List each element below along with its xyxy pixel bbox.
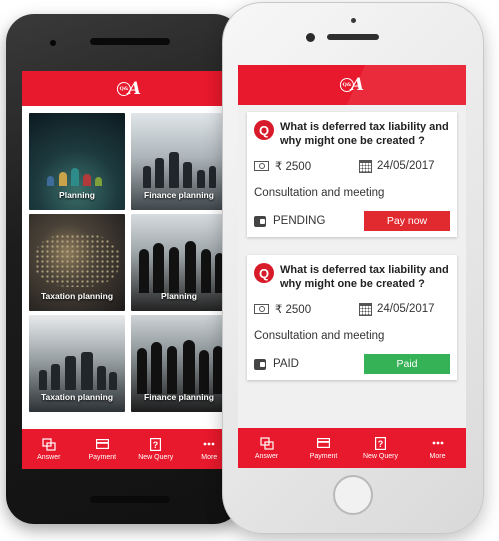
amount: ₹ 2500 — [254, 302, 359, 316]
question-text: What is deferred tax liability and why m… — [280, 264, 449, 290]
payment-status: PENDING — [254, 215, 325, 227]
status-text: PAID — [273, 358, 299, 370]
bottom-speaker — [90, 496, 170, 503]
bottom-nav: Answer Payment ? New Query More — [22, 429, 236, 469]
nav-answer[interactable]: Answer — [22, 429, 76, 469]
tile-finance-planning[interactable]: Finance planning — [131, 113, 227, 210]
status-text: PENDING — [273, 215, 326, 227]
tile-label: Planning — [59, 190, 95, 200]
card-icon — [95, 437, 109, 451]
front-camera — [306, 33, 315, 42]
nav-new-query[interactable]: ? New Query — [129, 429, 183, 469]
cash-icon — [254, 304, 269, 314]
service-type: Consultation and meeting — [254, 187, 385, 199]
tile-label: Taxation planning — [40, 291, 114, 301]
nav-label: Answer — [37, 454, 61, 461]
earpiece-speaker — [90, 38, 170, 45]
wallet-icon — [254, 215, 266, 227]
tile-taxation-planning[interactable]: Taxation planning — [29, 214, 125, 311]
front-camera — [50, 40, 56, 46]
tile-finance-planning-2[interactable]: Finance planning — [131, 315, 227, 412]
date-value: 24/05/2017 — [377, 160, 435, 172]
tile-label: Taxation planning — [40, 392, 114, 402]
proximity-sensor — [351, 18, 356, 23]
nav-label: Payment — [309, 453, 338, 460]
calendar-icon — [359, 302, 372, 316]
nav-label: Payment — [88, 454, 117, 461]
tile-label: Planning — [161, 291, 197, 301]
answer-icon — [259, 436, 274, 450]
tile-planning[interactable]: Planning — [29, 113, 125, 210]
nav-payment[interactable]: Payment — [295, 428, 352, 468]
tile-label: Finance planning — [144, 190, 214, 200]
date: 24/05/2017 — [359, 302, 435, 316]
more-icon — [203, 437, 215, 451]
tile-planning-2[interactable]: Planning — [131, 214, 227, 311]
question-icon: ? — [375, 436, 386, 450]
category-grid: Planning Finance planning Taxation plann… — [29, 113, 229, 412]
query-card[interactable]: Q What is deferred tax liability and why… — [247, 255, 457, 380]
svg-text:?: ? — [153, 440, 159, 450]
answer-icon — [42, 437, 56, 451]
earpiece-speaker — [327, 34, 379, 40]
wallet-icon — [254, 358, 266, 370]
date: 24/05/2017 — [359, 159, 435, 173]
nav-label: New Query — [362, 453, 398, 460]
query-icon: Q — [254, 120, 274, 140]
tile-taxation-planning-2[interactable]: Taxation planning — [29, 315, 125, 412]
svg-text:?: ? — [378, 439, 384, 449]
question-text: What is deferred tax liability and why m… — [280, 121, 449, 147]
android-phone: Q& A Planning Finance planning Taxation … — [6, 14, 242, 524]
nav-payment[interactable]: Payment — [76, 429, 130, 469]
iphone-screen: Q& A Q What is deferred tax liability and… — [238, 65, 466, 468]
app-header: Q& A — [238, 65, 466, 105]
payment-status: PAID — [254, 358, 299, 370]
tile-label: Finance planning — [144, 392, 214, 402]
card-icon — [317, 436, 330, 450]
nav-label: New Query — [138, 454, 174, 461]
calendar-icon — [359, 159, 372, 173]
bottom-nav: Answer Payment ? New Query More — [238, 428, 466, 468]
query-card[interactable]: Q What is deferred tax liability and why… — [247, 112, 457, 237]
amount-value: ₹ 2500 — [275, 161, 312, 173]
service-type: Consultation and meeting — [254, 330, 385, 342]
query-icon: Q — [254, 263, 274, 283]
nav-label: Answer — [254, 453, 279, 460]
nav-more[interactable]: More — [409, 428, 466, 468]
amount: ₹ 2500 — [254, 159, 359, 173]
home-button[interactable] — [333, 475, 373, 515]
app-logo: Q& A — [339, 75, 364, 95]
pay-now-button[interactable]: Pay now — [364, 211, 450, 231]
android-screen: Q& A Planning Finance planning Taxation … — [22, 71, 236, 469]
nav-new-query[interactable]: ? New Query — [352, 428, 409, 468]
paid-button[interactable]: Paid — [364, 354, 450, 374]
app-logo: Q& A — [116, 79, 141, 99]
date-value: 24/05/2017 — [377, 303, 435, 315]
iphone: Q& A Q What is deferred tax liability and… — [222, 2, 484, 534]
app-header: Q& A — [22, 71, 236, 106]
nav-label: More — [429, 453, 446, 460]
more-icon — [432, 436, 444, 450]
cash-icon — [254, 161, 269, 171]
amount-value: ₹ 2500 — [275, 304, 312, 316]
nav-answer[interactable]: Answer — [238, 428, 295, 468]
nav-label: More — [201, 454, 218, 461]
question-icon: ? — [150, 437, 162, 451]
